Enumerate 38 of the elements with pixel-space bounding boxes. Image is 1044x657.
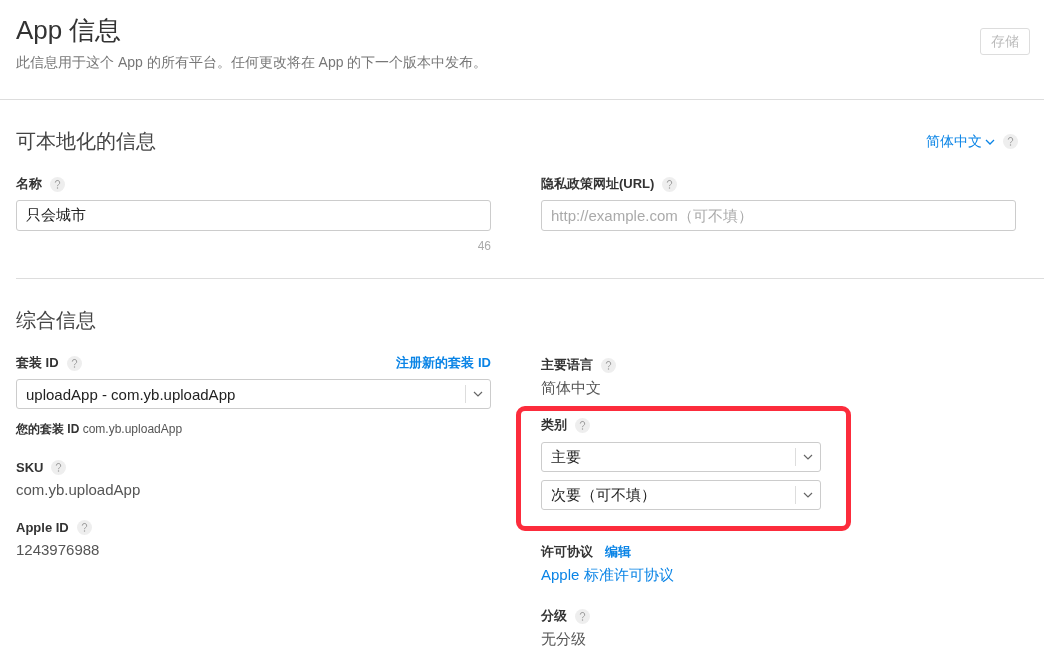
help-icon[interactable] bbox=[50, 176, 65, 192]
field-value: 简体中文 bbox=[541, 379, 602, 398]
page-subtitle: 此信息用于这个 App 的所有平台。任何更改将在 App 的下一个版本中发布。 bbox=[16, 54, 488, 72]
bundle-id-note: 您的套装 ID com.yb.uploadApp bbox=[16, 421, 184, 438]
field-value: 1243976988 bbox=[16, 541, 101, 558]
field-label: 名称 bbox=[16, 175, 42, 193]
help-icon[interactable] bbox=[662, 176, 678, 192]
section-title: 综合信息 bbox=[16, 308, 97, 333]
field-label: 主要语言 bbox=[541, 356, 593, 374]
help-icon[interactable] bbox=[76, 520, 92, 535]
field-label: 许可协议 bbox=[541, 543, 593, 561]
language-menu[interactable]: 简体中文 bbox=[926, 132, 995, 151]
field-value: com.yb.uploadApp bbox=[16, 481, 142, 498]
field-label: SKU bbox=[16, 460, 44, 475]
select-field[interactable]: uploadApp - com.yb.uploadApp bbox=[16, 379, 491, 409]
character-counter: 46 bbox=[476, 239, 491, 253]
help-icon[interactable] bbox=[601, 357, 616, 373]
license-link[interactable]: Apple 标准许可协议 bbox=[541, 566, 674, 585]
field-label: 隐私政策网址(URL) bbox=[541, 175, 655, 193]
field-label: 分级 bbox=[541, 607, 567, 625]
page-title: App 信息 bbox=[16, 14, 123, 46]
help-icon[interactable] bbox=[51, 460, 67, 475]
name-field[interactable]: 只会城市 bbox=[16, 200, 491, 231]
help-icon[interactable] bbox=[66, 355, 82, 371]
edit-link[interactable]: 编辑 bbox=[605, 543, 631, 561]
field-label: 套装 ID bbox=[16, 354, 59, 372]
help-icon[interactable] bbox=[575, 417, 590, 433]
help-icon[interactable] bbox=[575, 608, 590, 624]
register-bundle-id-link[interactable]: 注册新的套装 ID bbox=[396, 354, 491, 372]
select-field[interactable]: 主要 bbox=[541, 442, 821, 472]
select-field[interactable]: 次要（可不填） bbox=[541, 480, 821, 510]
field-label: Apple ID bbox=[16, 520, 69, 535]
field-value: 无分级 bbox=[541, 630, 587, 649]
section-title: 可本地化的信息 bbox=[16, 129, 156, 154]
help-icon[interactable] bbox=[1003, 134, 1018, 149]
chevron-down-icon bbox=[985, 138, 995, 145]
url-field[interactable]: http://example.com（可不填） bbox=[541, 200, 1016, 231]
field-label: 类别 bbox=[541, 416, 567, 434]
